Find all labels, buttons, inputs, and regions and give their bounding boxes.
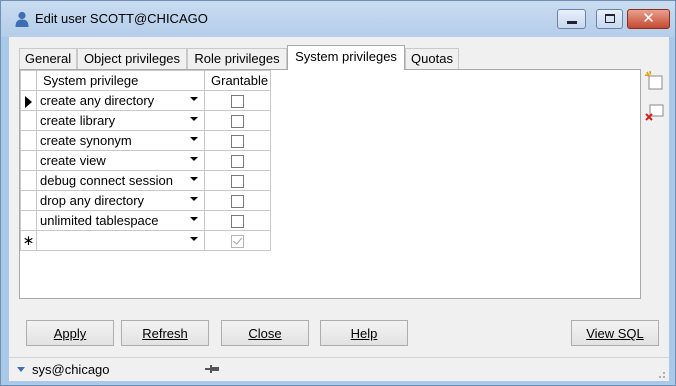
help-button[interactable]: Help — [320, 320, 408, 346]
row-selector[interactable] — [20, 130, 37, 151]
chevron-down-icon[interactable] — [17, 367, 25, 372]
privilege-value: drop any directory — [40, 193, 145, 208]
grantable-cell — [203, 110, 272, 131]
privilege-cell[interactable]: drop any directory — [36, 190, 205, 211]
table-row[interactable]: create view — [20, 150, 272, 171]
privilege-cell[interactable]: unlimited tablespace — [36, 210, 205, 231]
title-bar[interactable]: Edit user SCOTT@CHICAGO ✕ — [1, 1, 675, 37]
status-bar: sys@chicago — [9, 357, 669, 381]
table-row[interactable]: unlimited tablespace — [20, 210, 272, 231]
close-button[interactable]: Close — [221, 320, 309, 346]
delete-row-icon[interactable] — [644, 102, 666, 124]
dropdown-arrow-icon[interactable] — [190, 177, 198, 181]
table-row[interactable]: create synonym — [20, 130, 272, 151]
row-selector[interactable] — [20, 90, 37, 111]
grantable-cell — [203, 170, 272, 191]
privilege-value: create library — [40, 113, 116, 128]
row-selector[interactable]: ∗ — [20, 230, 37, 251]
tab-quotas[interactable]: Quotas — [405, 48, 459, 69]
grantable-checkbox[interactable] — [231, 175, 245, 189]
resize-grip-icon[interactable] — [656, 369, 666, 379]
pin-icon[interactable] — [205, 364, 219, 374]
minimize-button[interactable] — [557, 9, 586, 29]
close-window-button[interactable]: ✕ — [627, 9, 670, 29]
dropdown-arrow-icon[interactable] — [190, 157, 198, 161]
grantable-cell — [203, 190, 272, 211]
privilege-cell[interactable]: create view — [36, 150, 205, 171]
dialog-body: General Object privileges Role privilege… — [9, 37, 669, 357]
dropdown-arrow-icon[interactable] — [190, 97, 198, 101]
privilege-cell[interactable]: create any directory — [36, 90, 205, 111]
tab-object-privileges[interactable]: Object privileges — [77, 48, 187, 69]
tab-general[interactable]: General — [19, 48, 77, 69]
grantable-cell — [203, 130, 272, 151]
dropdown-arrow-icon[interactable] — [190, 197, 198, 201]
grantable-checkbox[interactable] — [231, 215, 245, 229]
row-selector[interactable] — [20, 210, 37, 231]
grantable-cell — [203, 230, 272, 251]
column-header-system-privilege[interactable]: System privilege — [36, 70, 205, 91]
privilege-cell[interactable]: debug connect session — [36, 170, 205, 191]
view-sql-button[interactable]: View SQL — [571, 320, 659, 346]
row-selector[interactable] — [20, 150, 37, 171]
grantable-cell — [203, 210, 272, 231]
grantable-checkbox[interactable] — [231, 115, 245, 129]
row-selector[interactable] — [20, 110, 37, 131]
row-selector-header — [20, 70, 37, 91]
privilege-value: unlimited tablespace — [40, 213, 159, 228]
privilege-value: create any directory — [40, 93, 155, 108]
new-row[interactable]: ∗ — [20, 230, 272, 251]
table-row[interactable]: drop any directory — [20, 190, 272, 211]
new-row-icon: ∗ — [22, 232, 35, 248]
grantable-checkbox[interactable] — [231, 95, 245, 109]
row-selector[interactable] — [20, 190, 37, 211]
grantable-checkbox[interactable] — [231, 195, 245, 209]
system-privileges-panel: System privilege Grantable create any di… — [19, 69, 641, 299]
grantable-checkbox[interactable] — [231, 155, 245, 169]
grantable-checkbox[interactable] — [231, 135, 245, 149]
dropdown-arrow-icon[interactable] — [190, 217, 198, 221]
maximize-button[interactable] — [596, 9, 623, 29]
close-icon: ✕ — [642, 9, 655, 27]
privilege-value: create synonym — [40, 133, 132, 148]
table-row[interactable]: create library — [20, 110, 272, 131]
dialog-window: Edit user SCOTT@CHICAGO ✕ General Object… — [0, 0, 676, 386]
row-selector[interactable] — [20, 170, 37, 191]
privilege-cell[interactable]: create library — [36, 110, 205, 131]
tab-role-privileges[interactable]: Role privileges — [187, 48, 287, 69]
add-row-icon[interactable] — [644, 70, 666, 92]
apply-button[interactable]: Apply — [26, 320, 114, 346]
window-title: Edit user SCOTT@CHICAGO — [35, 11, 208, 26]
grantable-cell — [203, 90, 272, 111]
user-icon — [15, 11, 29, 27]
refresh-button[interactable]: Refresh — [121, 320, 209, 346]
privileges-grid: System privilege Grantable create any di… — [20, 70, 272, 251]
privilege-value: create view — [40, 153, 106, 168]
column-header-grantable[interactable]: Grantable — [203, 70, 272, 91]
dropdown-arrow-icon[interactable] — [190, 137, 198, 141]
dropdown-arrow-icon[interactable] — [190, 117, 198, 121]
tab-system-privileges[interactable]: System privileges — [287, 45, 405, 70]
current-row-icon — [25, 95, 32, 108]
privilege-cell[interactable]: create synonym — [36, 130, 205, 151]
grantable-cell — [203, 150, 272, 171]
minimize-icon — [567, 21, 577, 24]
maximize-icon — [605, 14, 615, 23]
privilege-value: debug connect session — [40, 173, 173, 188]
grid-header-row: System privilege Grantable — [20, 70, 272, 91]
connection-label[interactable]: sys@chicago — [32, 362, 110, 377]
grantable-checkbox — [231, 235, 245, 249]
table-row[interactable]: debug connect session — [20, 170, 272, 191]
table-row[interactable]: create any directory — [20, 90, 272, 111]
privilege-cell[interactable] — [36, 230, 205, 251]
dropdown-arrow-icon[interactable] — [190, 237, 198, 241]
